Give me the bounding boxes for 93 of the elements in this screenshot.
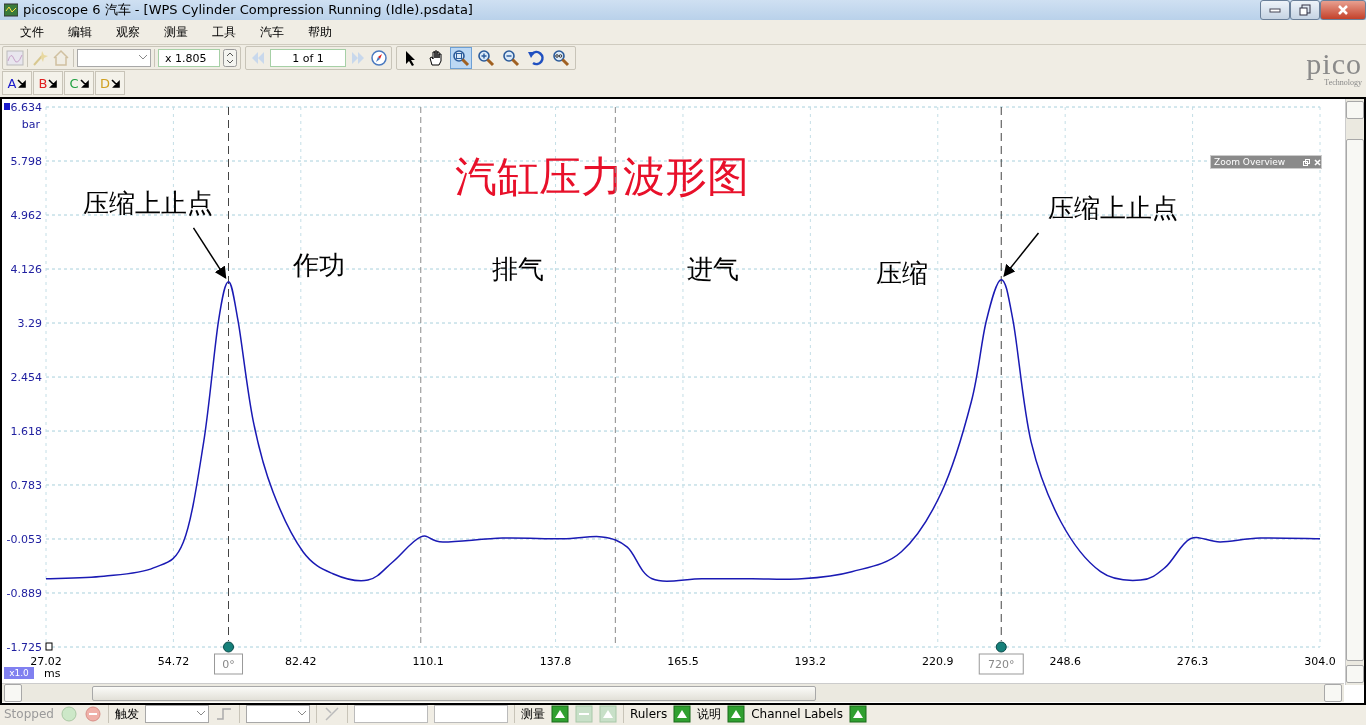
restore-icon [1299,4,1311,16]
cursor-handle[interactable] [995,641,1007,653]
y-axis-label: 2.454 [10,371,42,385]
menu-item[interactable]: 文件 [8,23,56,41]
menu-item[interactable]: 编辑 [56,23,104,41]
y-axis-label: -1.725 [6,641,42,654]
cursor-label: 720° [988,658,1015,671]
menu-item[interactable]: 测量 [152,23,200,41]
x-axis-label: 220.9 [922,655,954,668]
close-button[interactable] [1320,0,1366,20]
horizontal-scrollbar[interactable] [2,683,1344,702]
arrow-icon [111,78,120,88]
y-axis-label: 1.618 [10,425,42,439]
hand-icon [427,49,445,67]
stop-icon[interactable] [83,705,102,723]
annotation-label: 压缩上止点 [83,187,214,218]
menu-item[interactable]: 汽车 [248,23,296,41]
vertical-scrollbar[interactable] [1345,99,1364,685]
logo-subtitle: Technology [1324,77,1362,87]
x-axis-label: 137.8 [539,655,572,668]
compass-icon[interactable] [370,49,388,67]
panel-title: Zoom Overview [1214,157,1287,167]
channel-button[interactable]: A [2,71,32,95]
y-axis-label: 6.634 [10,101,42,114]
callout-arrow [192,227,227,279]
time-unit-label: ms [44,667,61,680]
arrow-icon [48,78,58,88]
x-axis-label: 276.3 [1176,655,1209,668]
y-axis-label: 5.798 [10,155,42,168]
x-axis-label: 54.72 [157,655,190,668]
rulers-label: Rulers [629,707,668,721]
notes-label: 说明 [697,705,722,723]
channel-button[interactable]: B [33,71,63,95]
zoom-factor-field[interactable]: x 1.805 [158,49,220,67]
y-axis-label: -0.889 [6,587,42,600]
input-field[interactable] [353,705,428,723]
arrow-icon [17,78,27,88]
scale-badge: x1.0 [4,667,34,679]
x-axis-label: 304.0 [1304,655,1336,668]
annotation-label: 排气 [492,253,545,284]
menu-item[interactable]: 观察 [104,23,152,41]
dropdown[interactable] [77,49,151,67]
arrow-icon [79,78,89,88]
annotation-label: 压缩上止点 [1048,193,1179,224]
channel-marker-icon [4,103,10,110]
dropdown[interactable] [245,705,310,723]
channel-labels-label: Channel Labels [751,707,843,721]
cursor-label: 0° [222,658,235,671]
spinner-icon[interactable] [223,49,237,67]
app-icon [4,3,18,17]
zoom-box-icon [452,49,470,67]
x-axis-label: 110.1 [412,655,444,668]
status-label: Stopped [4,707,54,721]
tool-button[interactable] [550,47,572,69]
menu-item[interactable]: 帮助 [296,23,344,41]
x-axis-label: 165.5 [667,655,699,668]
annotation-label: 进气 [686,253,739,284]
logo: pico [1306,49,1362,78]
undo-icon [527,49,545,67]
y-axis-label: -0.053 [6,533,42,546]
x-axis-label: 193.2 [794,655,827,668]
y-axis-label: 3.29 [17,317,42,331]
input-field[interactable] [433,705,508,723]
y-axis-label: 4.962 [10,209,42,222]
y-axis-label: 0.783 [10,479,42,492]
channel-marker-icon [45,642,53,651]
x-axis-label: 27.02 [30,655,62,668]
zoom-out-icon [502,49,520,67]
annotation-label: 压缩 [876,257,929,288]
measurements-label: 测量 [520,705,545,723]
cursor-label-box [214,653,243,675]
restore-button[interactable] [1290,0,1320,20]
x-axis-label: 82.42 [285,655,317,668]
menu-item[interactable]: 工具 [200,23,248,41]
close-icon [1337,5,1349,15]
zoom-fit-icon [552,49,570,67]
zoom-in-icon [477,49,495,67]
page-field[interactable]: 1 of 1 [270,49,346,67]
close-icon[interactable] [1314,158,1321,166]
cursor-handle[interactable] [223,641,234,653]
cursor-label-box [978,653,1024,675]
y-axis-label: 4.126 [10,263,42,276]
window-title: picoscope 6 汽车 - [WPS Cylinder Compression Running (Idle).psdata] [23,1,474,19]
x-axis-label: 248.6 [1049,655,1081,668]
annotation-label: 作功 [293,249,346,280]
restore-icon[interactable] [1303,158,1310,166]
callout-arrow [1003,232,1040,277]
chart-title: 汽缸压力波形图 [455,152,749,201]
trigger-label: 触发 [114,705,139,723]
trigger-dropdown[interactable] [144,705,209,723]
unit-label: bar [21,118,40,131]
minimize-icon [1269,7,1281,13]
minimize-button[interactable] [1260,0,1290,20]
